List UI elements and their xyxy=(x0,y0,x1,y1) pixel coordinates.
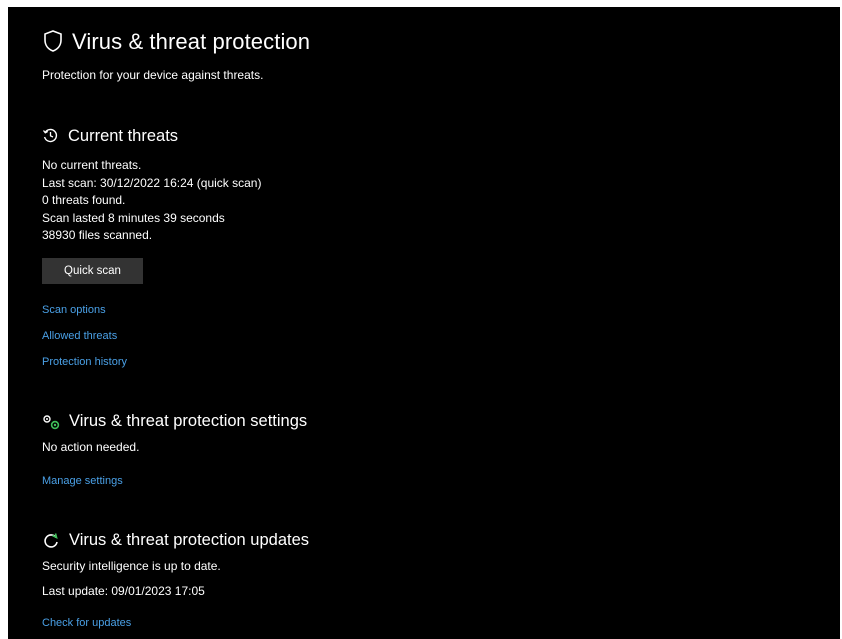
last-update-text: Last update: 09/01/2023 17:05 xyxy=(42,584,205,598)
refresh-icon xyxy=(44,533,58,548)
gears-icon xyxy=(43,415,60,430)
scan-duration-text: Scan lasted 8 minutes 39 seconds xyxy=(42,210,225,225)
files-scanned-text: 38930 files scanned. xyxy=(42,228,153,242)
scan-options-link[interactable]: Scan options xyxy=(42,304,106,316)
last-scan-text: Last scan: 30/12/2022 16:24 (quick scan) xyxy=(42,175,262,190)
manage-settings-link[interactable]: Manage settings xyxy=(42,475,123,487)
threat-status-text: No current threats. xyxy=(42,158,142,172)
protection-history-link[interactable]: Protection history xyxy=(42,356,127,368)
defender-window: Virus & threat protection Protection for… xyxy=(8,7,840,639)
updates-status-text: Security intelligence is up to date. xyxy=(42,559,221,573)
history-shield-icon xyxy=(42,128,58,143)
settings-status-text: No action needed. xyxy=(42,440,140,454)
page-title: Virus & threat protection xyxy=(72,29,311,54)
scan-details: No current threats. Last scan: 30/12/202… xyxy=(42,157,261,245)
updates-heading: Virus & threat protection updates xyxy=(69,531,310,549)
current-threats-heading: Current threats xyxy=(68,127,179,145)
settings-heading: Virus & threat protection settings xyxy=(69,412,308,430)
check-for-updates-link[interactable]: Check for updates xyxy=(42,617,131,629)
allowed-threats-link[interactable]: Allowed threats xyxy=(42,330,117,342)
shield-icon xyxy=(44,30,62,52)
page-subtitle: Protection for your device against threa… xyxy=(42,68,264,82)
threats-found-text: 0 threats found. xyxy=(42,193,126,207)
quick-scan-button[interactable]: Quick scan xyxy=(42,258,143,284)
